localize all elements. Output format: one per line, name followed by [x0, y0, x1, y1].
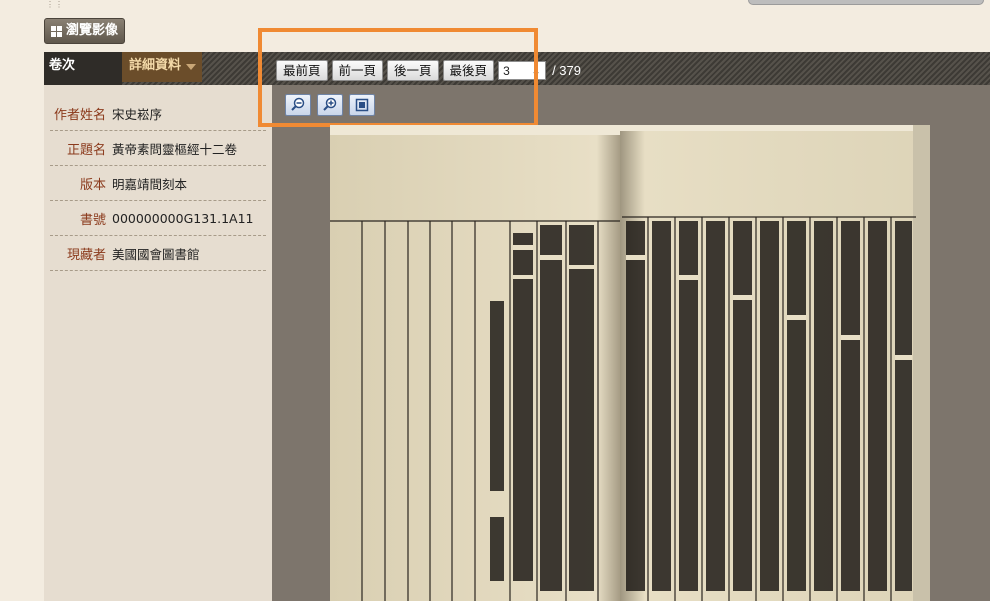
metadata-value: 美國國會圖書館	[112, 246, 200, 262]
metadata-row-holder: 現藏者 美國國會圖書館	[50, 236, 266, 271]
metadata-value: 黃帝素問靈樞經十二卷	[112, 141, 238, 157]
tab-details[interactable]: 詳細資料	[122, 52, 202, 82]
page-total: / 379	[552, 63, 581, 78]
metadata-key: 版本	[79, 177, 106, 193]
highlight-box	[258, 28, 538, 127]
search-box-edge[interactable]	[748, 0, 984, 5]
tab-details-label: 詳細資料	[129, 58, 182, 73]
metadata-value: 000000000G131.1A11	[112, 210, 254, 226]
metadata-sidebar: 作者姓名 宋史崧序 正題名 黃帝素問靈樞經十二卷 版本 明嘉靖間刻本 書號 00…	[44, 85, 272, 601]
metadata-table: 作者姓名 宋史崧序 正題名 黃帝素問靈樞經十二卷 版本 明嘉靖間刻本 書號 00…	[50, 96, 266, 271]
metadata-value: 宋史崧序	[112, 106, 163, 122]
caret-down-icon	[186, 64, 196, 70]
drag-handle-icon: ⋮⋮	[46, 0, 64, 9]
browse-images-label: 瀏覽影像	[66, 23, 119, 38]
tab-volume[interactable]: 卷次	[44, 52, 122, 85]
metadata-key: 現藏者	[66, 247, 106, 263]
grid-icon	[51, 25, 62, 37]
metadata-value: 明嘉靖間刻本	[112, 176, 188, 192]
viewer-gutter	[272, 85, 330, 601]
browse-images-button[interactable]: 瀏覽影像	[44, 18, 126, 44]
metadata-key: 正題名	[66, 142, 106, 158]
metadata-row-callnumber: 書號 000000000G131.1A11	[50, 201, 266, 236]
metadata-key: 書號	[79, 212, 106, 228]
metadata-row-author: 作者姓名 宋史崧序	[50, 96, 266, 131]
metadata-row-title: 正題名 黃帝素問靈樞經十二卷	[50, 131, 266, 166]
scanned-book-page	[330, 125, 930, 601]
metadata-row-edition: 版本 明嘉靖間刻本	[50, 166, 266, 201]
metadata-key: 作者姓名	[53, 107, 106, 123]
